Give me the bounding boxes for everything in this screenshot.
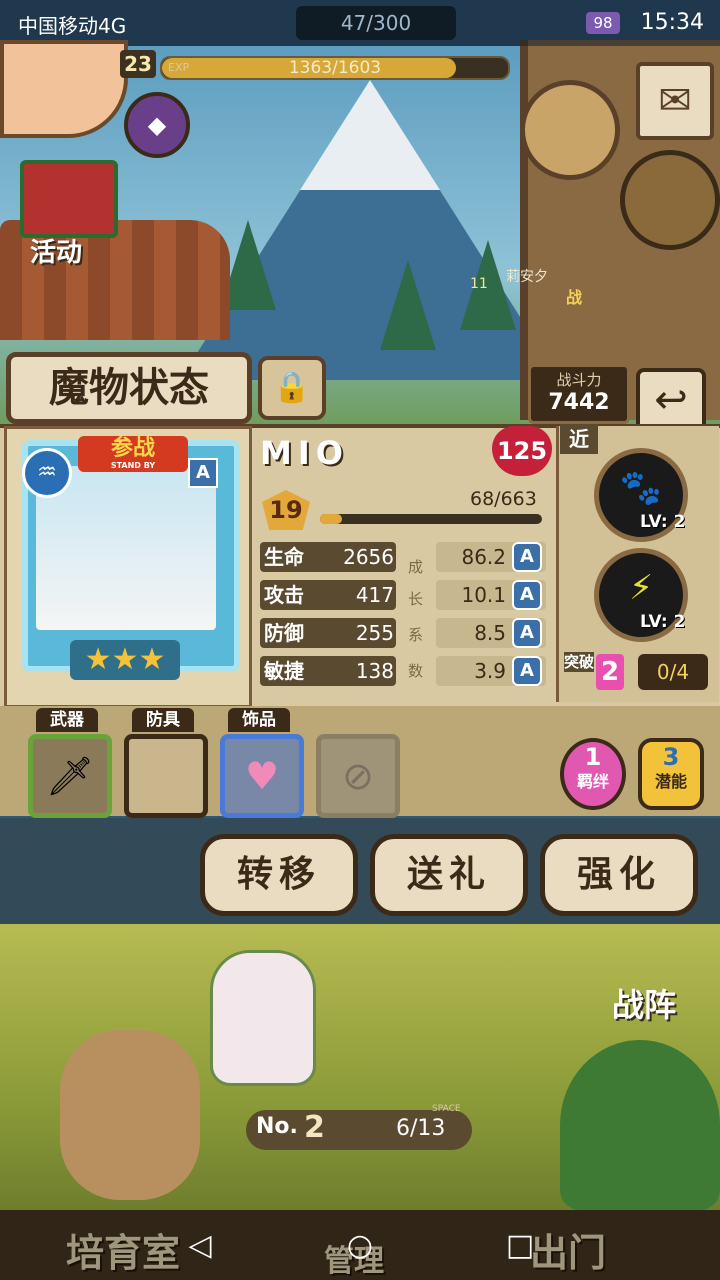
armor-slot[interactable] — [124, 734, 208, 818]
home-circle-icon[interactable]: ○ — [340, 1226, 380, 1266]
enhance-button[interactable]: 强化 — [540, 834, 698, 916]
tail-decoration — [60, 1030, 200, 1200]
breakthrough-progress: 0/4 — [638, 654, 708, 690]
snowcap-decoration — [300, 80, 440, 190]
standby-badge: 参战 STAND BY — [78, 436, 188, 472]
growth-grade: A — [512, 618, 542, 648]
event-label[interactable]: 活动 — [30, 232, 82, 269]
growth-column-char: 数 — [408, 662, 424, 680]
battery-icon: 98 — [586, 12, 620, 34]
standby-subtitle: STAND BY — [110, 461, 156, 470]
potential-count: 3 — [662, 743, 680, 771]
monster-exp-text: 68/663 — [470, 488, 537, 510]
quest-scroll-button[interactable] — [520, 80, 620, 180]
breakthrough-count: 2 — [596, 654, 624, 690]
stat-value: 138 — [355, 659, 394, 683]
companion-tag: 战 — [566, 288, 583, 307]
standby-title: 参战 — [110, 436, 155, 461]
monster-sprite[interactable] — [210, 950, 316, 1086]
accessory-slot[interactable]: ♥ — [220, 734, 304, 818]
recents-square-icon[interactable]: □ — [500, 1226, 540, 1266]
tab-weapon: 武器 — [36, 708, 98, 732]
bond-button[interactable]: 1 羁绊 — [560, 738, 626, 810]
gift-icon[interactable] — [20, 160, 118, 238]
player-exp-bar: EXP 1363/1603 — [160, 56, 510, 80]
star-rating: ★★★ — [70, 640, 180, 680]
skill-level: LV: 2 — [640, 512, 686, 532]
player-level: 23 — [120, 50, 156, 78]
battle-power-label: 战斗力 — [556, 371, 602, 389]
potential-label: 潜能 — [654, 772, 687, 791]
companion-level: 11 — [470, 276, 488, 292]
bond-label: 羁绊 — [576, 772, 609, 791]
breakthrough-label: 突破 — [564, 652, 595, 672]
skill-level: LV: 2 — [640, 612, 686, 632]
growth-column-char: 成 — [408, 558, 424, 576]
stat-value: 417 — [355, 583, 394, 607]
water-icon: ♒ — [22, 448, 72, 498]
growth-grade: A — [512, 656, 542, 686]
companion-name: 莉安夕 — [506, 269, 548, 285]
space-value: 6/13 — [396, 1116, 446, 1141]
sword-icon: 🗡 — [45, 754, 95, 798]
lock-button[interactable]: 🔒 — [258, 356, 326, 420]
locked-slot: ⊘ — [316, 734, 400, 818]
back-triangle-icon[interactable]: ◁ — [180, 1226, 220, 1266]
breakthrough-box: 突破 2 0/4 — [562, 652, 712, 694]
bond-count: 1 — [584, 743, 602, 771]
monster-rank: A — [188, 458, 218, 488]
gift-button[interactable]: 送礼 — [370, 834, 528, 916]
bush-decoration — [560, 1040, 720, 1210]
no-label: No. — [256, 1114, 298, 1139]
growth-column-char: 系 — [408, 626, 424, 644]
stat-row-defense: 防御 255 8.5 A — [260, 618, 550, 648]
growth-grade: A — [512, 580, 542, 610]
screen-title: 魔物状态 — [6, 352, 252, 424]
stat-value: 255 — [355, 621, 394, 645]
formation-label[interactable]: 战阵 — [612, 980, 676, 1026]
weapon-slot[interactable]: 🗡 — [28, 734, 112, 818]
tab-armor: 防具 — [132, 708, 194, 732]
monster-exp-bar — [320, 514, 542, 524]
potential-button[interactable]: 3 潜能 — [638, 738, 704, 810]
no-value: 2 — [304, 1110, 325, 1145]
monster-name: MIO — [260, 434, 349, 472]
stat-row-hp: 生命 2656 86.2 A — [260, 542, 550, 572]
bag-button[interactable] — [620, 150, 720, 250]
battle-power-value: 7442 — [548, 390, 610, 415]
clock: 15:34 — [640, 10, 704, 35]
stamina-counter: 47/300 — [296, 6, 456, 40]
tab-accessory: 饰品 — [228, 708, 290, 732]
heart-ring-icon: ♥ — [244, 754, 280, 798]
battle-power: 战斗力 7442 — [528, 364, 630, 424]
stat-row-attack: 攻击 417 10.1 A — [260, 580, 550, 610]
space-label: SPACE — [432, 1104, 461, 1114]
range-label: 近 — [560, 424, 598, 454]
growth-column-char: 长 — [408, 590, 424, 608]
transfer-button[interactable]: 转移 — [200, 834, 358, 916]
add-gem-button[interactable]: ◆ — [124, 92, 190, 158]
growth-grade: A — [512, 542, 542, 572]
space-counter: No. 2 SPACE 6/13 — [246, 1104, 472, 1150]
heart-badge: 125 — [492, 426, 552, 476]
mail-button[interactable]: ✉ — [636, 62, 714, 140]
monster-exp-fill — [320, 514, 343, 524]
prohibited-icon: ⊘ — [342, 754, 374, 798]
tree-decoration — [380, 260, 436, 350]
carrier-label: 中国移动4G — [18, 14, 127, 38]
stat-row-agility: 敏捷 138 3.9 A — [260, 656, 550, 686]
stat-value: 2656 — [343, 545, 394, 569]
player-exp-text: 1363/1603 — [288, 58, 382, 78]
